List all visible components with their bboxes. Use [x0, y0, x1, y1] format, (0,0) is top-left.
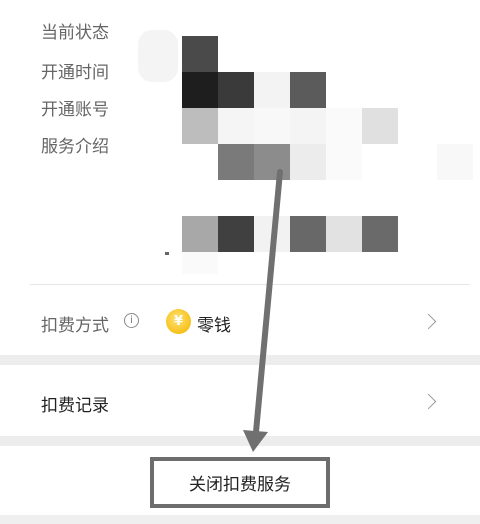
- chevron-right-icon: [420, 313, 437, 330]
- chevron-right-icon: [420, 393, 437, 410]
- open-account-label: 开通账号: [41, 100, 109, 120]
- payment-method-value: 零钱: [197, 316, 231, 336]
- info-icon[interactable]: i: [124, 313, 139, 328]
- section-separator: [0, 436, 480, 446]
- close-billing-service-label: 关闭扣费服务: [189, 475, 291, 495]
- coin-icon: ¥: [166, 309, 191, 334]
- section-separator: [0, 355, 480, 365]
- bottom-bar: [0, 515, 480, 524]
- service-description-label: 服务介绍: [41, 137, 109, 157]
- status-label: 当前状态: [41, 23, 109, 43]
- redacted-avatar: [138, 30, 178, 82]
- payment-method-label: 扣费方式: [41, 316, 109, 336]
- divider: [30, 284, 470, 285]
- open-time-label: 开通时间: [41, 63, 109, 83]
- billing-records-label: 扣费记录: [41, 396, 109, 416]
- close-billing-service-button[interactable]: 关闭扣费服务: [150, 457, 330, 508]
